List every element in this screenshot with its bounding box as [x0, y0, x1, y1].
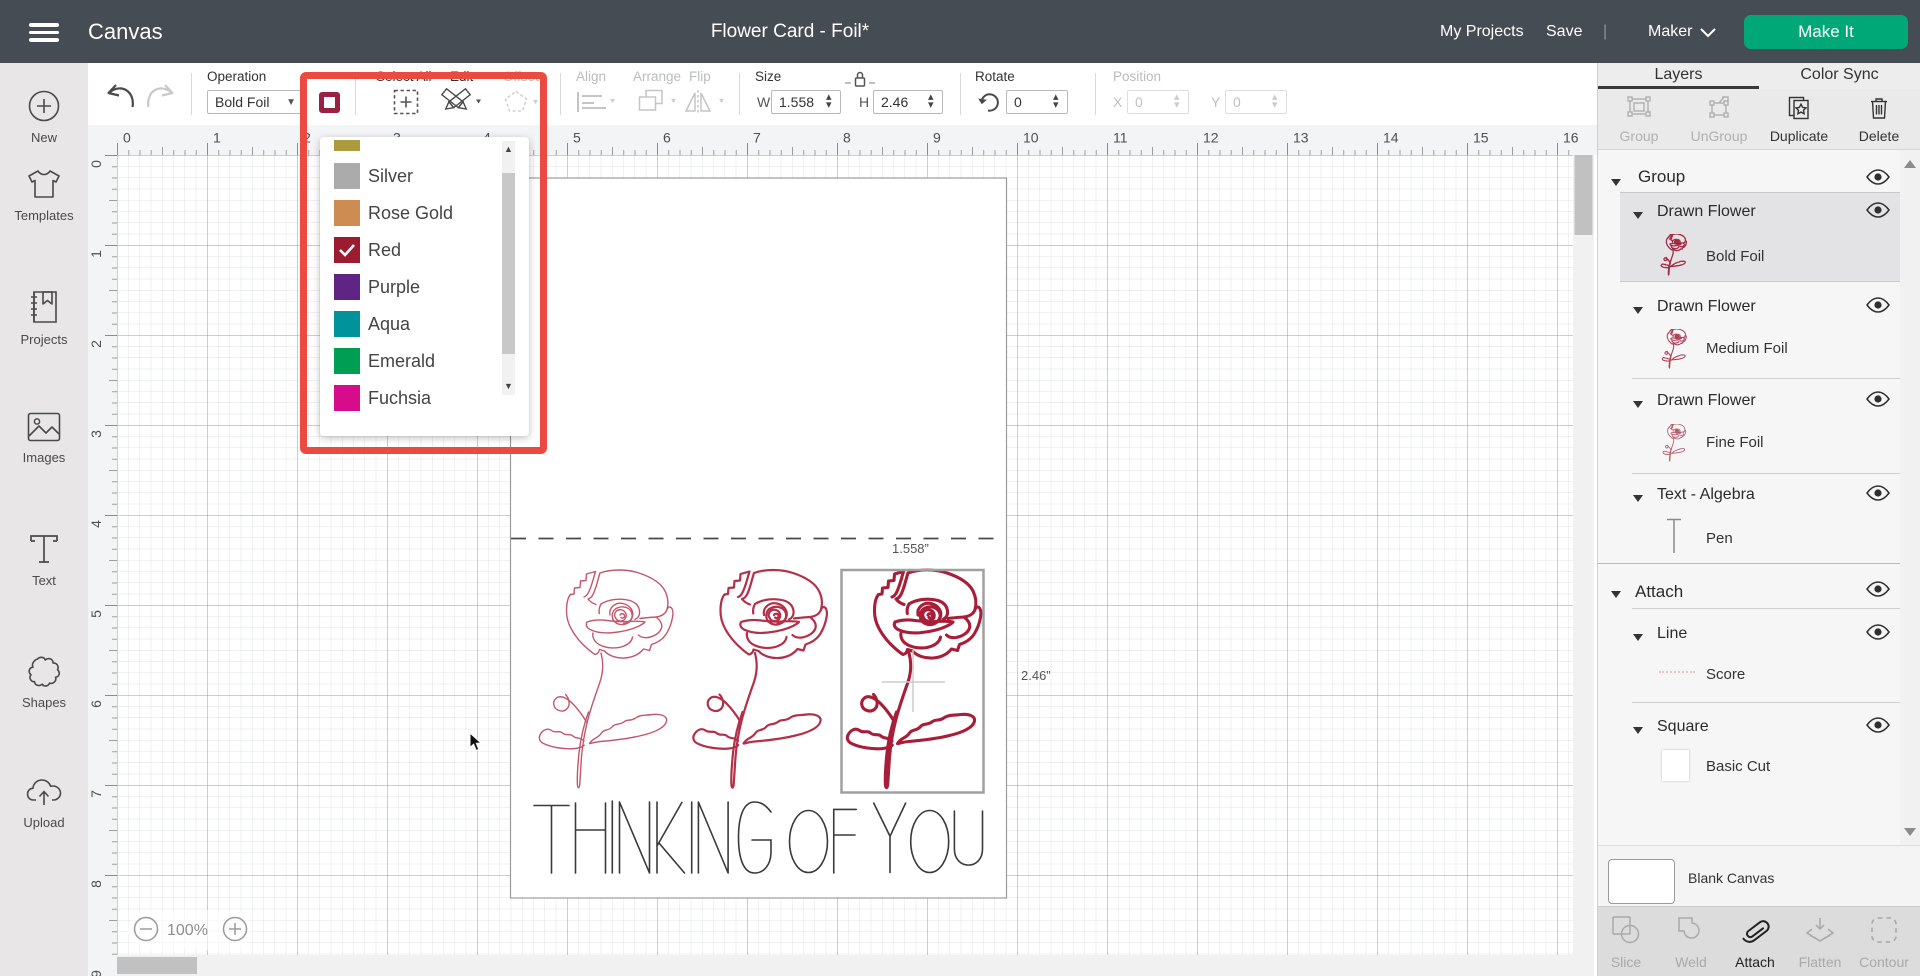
svg-text:10: 10	[1023, 130, 1039, 146]
svg-text:6: 6	[88, 700, 104, 708]
svg-text:100%: 100%	[167, 922, 208, 939]
svg-text:1.558”: 1.558”	[892, 541, 929, 556]
svg-text:1: 1	[88, 250, 104, 258]
svg-text:13: 13	[1293, 130, 1309, 146]
svg-text:14: 14	[1383, 130, 1399, 146]
svg-text:5: 5	[573, 130, 581, 146]
svg-text:7: 7	[88, 790, 104, 798]
svg-text:9: 9	[933, 130, 941, 146]
svg-text:9: 9	[88, 970, 104, 976]
svg-text:5: 5	[88, 610, 104, 618]
svg-text:1: 1	[213, 130, 221, 146]
svg-text:8: 8	[843, 130, 851, 146]
svg-text:2: 2	[88, 340, 104, 348]
svg-text:0: 0	[123, 130, 131, 146]
svg-text:8: 8	[88, 880, 104, 888]
svg-text:7: 7	[753, 130, 761, 146]
svg-text:3: 3	[88, 430, 104, 438]
svg-text:11: 11	[1113, 130, 1128, 146]
svg-text:0: 0	[88, 160, 104, 168]
svg-text:6: 6	[663, 130, 671, 146]
svg-text:15: 15	[1473, 130, 1489, 146]
svg-text:2.46”: 2.46”	[1021, 668, 1051, 683]
svg-text:12: 12	[1203, 130, 1219, 146]
svg-text:4: 4	[88, 520, 104, 528]
svg-text:16: 16	[1563, 130, 1579, 146]
